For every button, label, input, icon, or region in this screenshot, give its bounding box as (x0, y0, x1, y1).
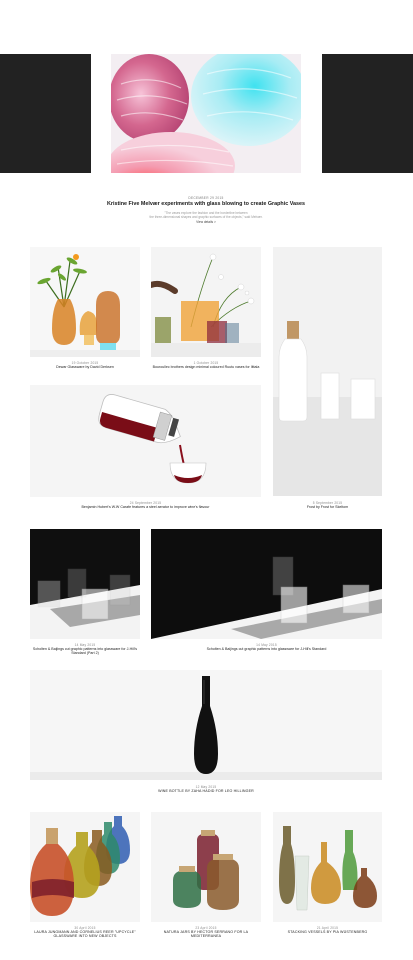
post-image-zaha-bottle[interactable] (30, 670, 382, 780)
post-image-ruutu[interactable] (151, 247, 261, 357)
post-image-jhill-part2[interactable] (30, 529, 140, 639)
post-image-wwcarafe[interactable] (30, 385, 261, 497)
post-image-jhill[interactable] (151, 529, 382, 639)
post-title[interactable]: LAURA JUNGMANN AND CORNELIUS REER "UPCYC… (30, 930, 140, 939)
slider-next-panel[interactable] (322, 54, 413, 173)
post-title[interactable]: Bouroullec brothers design minimal colou… (151, 365, 261, 369)
slider-prev-panel[interactable] (0, 54, 91, 173)
post-title[interactable]: Scholten & Baijings cut graphic patterns… (30, 647, 140, 656)
hero-excerpt-line-2: the three-dimensional shapes and graphic… (149, 215, 263, 219)
hero-title[interactable]: Kristine Five Melvær experiments with gl… (60, 201, 352, 207)
post-image-natura-jars[interactable] (151, 812, 261, 922)
post-title[interactable]: NATURA JARS BY HECTOR SERRANO FOR LA MED… (151, 930, 261, 939)
post-title[interactable]: Frost by Frost for Skeltom (273, 505, 382, 509)
post-title[interactable]: Dewar Glassware by David Derksen (30, 365, 140, 369)
post-title[interactable]: STACKING VESSELS BY PIA WÜSTENBERG (273, 930, 382, 934)
post-image-upcycle[interactable] (30, 812, 140, 922)
post-image-stacking-vessels[interactable] (273, 812, 382, 922)
view-details-link[interactable]: View details > (150, 220, 262, 224)
post-title[interactable]: Scholten & Baijings cut graphic patterns… (151, 647, 382, 651)
post-image-dewar[interactable] (30, 247, 140, 357)
hero-image[interactable] (111, 54, 301, 173)
post-title[interactable]: WINE BOTTLE BY ZAHA HADID FOR LEO HILLIN… (30, 789, 382, 793)
post-title[interactable]: Benjamin Hubert's W.W Carafe features a … (30, 505, 261, 509)
hero-date: December 29 2015 (188, 196, 224, 200)
post-image-frost[interactable] (273, 247, 382, 496)
